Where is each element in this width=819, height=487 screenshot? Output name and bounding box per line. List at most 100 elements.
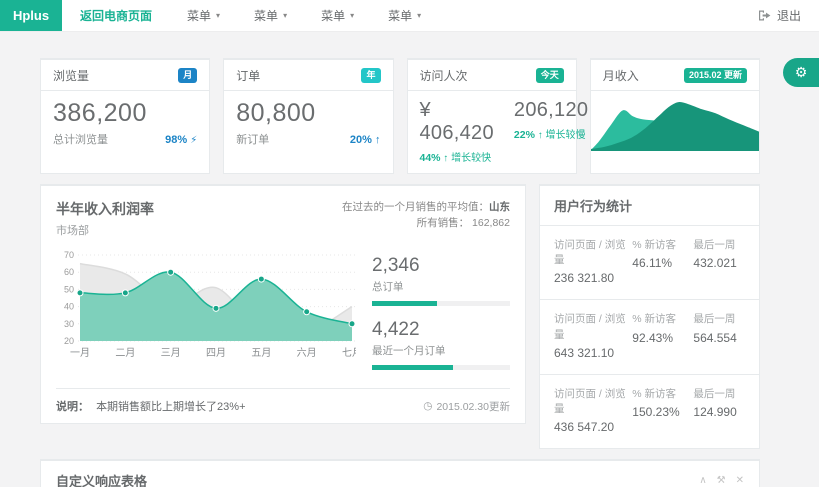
brand-logo[interactable]: Hplus	[0, 0, 62, 31]
svg-text:一月: 一月	[70, 347, 90, 359]
month-orders-label: 最近一个月订单	[372, 343, 510, 358]
half-year-revenue-card: 半年收入利润率 市场部 在过去的一个月销售的平均值：山东 所有销售： 162,8…	[40, 184, 526, 424]
revenue-card-subtitle: 市场部	[56, 222, 154, 238]
last-week-label: 最后一周	[693, 387, 745, 402]
back-to-shop-link[interactable]: 返回电商页面	[62, 0, 170, 31]
behavior-cell-new-visitors: % 新访客 150.23%	[632, 387, 693, 434]
visits-right-col: 206,120 22% ↑ 增长较慢	[514, 99, 588, 164]
svg-text:70: 70	[64, 250, 74, 260]
responsive-table-card: 自定义响应表格 ∧ ⚒ ✕ 天 周 月 搜索 项目 进度	[40, 459, 760, 487]
last-week-value: 124.990	[693, 405, 745, 419]
logout-button[interactable]: 退出	[740, 0, 819, 31]
orders-card-body: 80,800 新订单 20% ↑	[224, 91, 392, 156]
behavior-cell-last-week: 最后一周 124.990	[693, 387, 745, 434]
new-visitors-value: 46.11%	[632, 256, 693, 270]
visits-title: 访问人次	[420, 67, 468, 84]
pages-label: 访问页面 / 浏览量	[554, 238, 626, 268]
svg-text:50: 50	[64, 284, 74, 294]
visits-count: 206,120	[514, 99, 588, 122]
svg-text:60: 60	[64, 267, 74, 277]
last-week-label: 最后一周	[693, 238, 745, 253]
pages-value: 236 321.80	[554, 271, 626, 285]
top-navbar: Hplus 返回电商页面 菜单 ▾ 菜单 ▾ 菜单 ▾ 菜单 ▾ 退出	[0, 0, 819, 32]
visits-right-note: 22% ↑ 增长较慢	[514, 126, 588, 141]
visits-stat-card: 访问人次 今天 ¥ 406,420 44% ↑ 增长较快 206,120 22%	[407, 58, 577, 174]
nav-menu-3[interactable]: 菜单 ▾	[304, 0, 371, 31]
views-card-body: 386,200 总计浏览量 98% ⚡	[41, 91, 209, 156]
revenue-note-text: 本期销售额比上期增长了23%+	[96, 401, 245, 413]
level-up-icon: ↑	[443, 153, 448, 164]
orders-stat: 20% ↑	[350, 134, 381, 146]
month-orders-progress	[372, 365, 510, 370]
clock-icon: ◷	[423, 400, 432, 412]
pages-value: 643 321.10	[554, 346, 626, 360]
logout-label: 退出	[777, 7, 801, 24]
views-period-badge: 月	[178, 68, 197, 83]
behavior-cell-last-week: 最后一周 432.021	[693, 238, 745, 285]
total-orders-value: 2,346	[372, 255, 510, 277]
visits-amount: ¥ 406,420	[420, 99, 494, 145]
stats-row: 浏览量 月 386,200 总计浏览量 98% ⚡ 订单 年 80	[40, 58, 760, 174]
behavior-row: 访问页面 / 浏览量 643 321.10 % 新访客 92.43% 最后一周 …	[540, 300, 759, 374]
income-stat-card: 月收入 2015.02 更新	[590, 58, 760, 174]
visits-right-stat: 22%	[514, 129, 535, 141]
theme-settings-button[interactable]: ⚙	[783, 58, 819, 87]
new-visitors-label: % 新访客	[632, 387, 693, 402]
middle-row: 半年收入利润率 市场部 在过去的一个月销售的平均值：山东 所有销售： 162,8…	[40, 184, 760, 449]
nav-menu-1[interactable]: 菜单 ▾	[170, 0, 237, 31]
level-up-icon: ↑	[375, 134, 381, 146]
visits-left-note-text: 增长较快	[451, 153, 491, 164]
revenue-updated-text: 2015.02.30更新	[436, 399, 510, 414]
wrench-icon[interactable]: ⚒	[717, 475, 726, 486]
svg-text:三月: 三月	[161, 347, 181, 359]
views-stat: 98% ⚡	[165, 134, 197, 146]
orders-title: 订单	[236, 67, 260, 84]
user-behavior-title: 用户行为统计	[540, 186, 759, 226]
revenue-card-footer: 说明： 本期销售额比上期增长了23%+ ◷ 2015.02.30更新	[56, 388, 510, 414]
average-sales-label: 在过去的一个月销售的平均值：	[342, 201, 489, 213]
user-behavior-card: 用户行为统计 访问页面 / 浏览量 236 321.80 % 新访客 46.11…	[539, 184, 760, 449]
svg-text:40: 40	[64, 302, 74, 312]
visits-left-col: ¥ 406,420 44% ↑ 增长较快	[420, 99, 494, 164]
collapse-icon[interactable]: ∧	[699, 475, 706, 486]
visits-left-stat: 44%	[420, 152, 441, 164]
views-stat-value: 98%	[165, 134, 187, 146]
income-card-header: 月收入 2015.02 更新	[591, 60, 759, 91]
nav-menu-label: 菜单	[254, 7, 278, 24]
total-orders-label: 总订单	[372, 279, 510, 294]
new-visitors-label: % 新访客	[632, 312, 693, 327]
nav-menu-4[interactable]: 菜单 ▾	[371, 0, 438, 31]
revenue-side-stats: 2,346 总订单 4,422 最近一个月订单	[356, 247, 510, 383]
average-sales-line: 在过去的一个月销售的平均值：山东	[342, 199, 510, 215]
visits-card-body: ¥ 406,420 44% ↑ 增长较快 206,120 22% ↑ 增长较慢	[408, 91, 576, 173]
chevron-down-icon: ▾	[283, 11, 287, 20]
close-icon[interactable]: ✕	[736, 475, 744, 486]
gear-icon: ⚙	[795, 64, 808, 81]
chevron-down-icon: ▾	[417, 11, 421, 20]
revenue-card-body: 203040506070一月二月三月四月五月六月七月 2,346 总订单 4,4…	[56, 247, 510, 383]
table-card-title: 自定义响应表格	[56, 471, 147, 487]
level-up-icon: ↑	[538, 130, 543, 141]
nav-menu-label: 菜单	[388, 7, 412, 24]
svg-text:二月: 二月	[115, 347, 135, 359]
revenue-card-header: 半年收入利润率 市场部 在过去的一个月销售的平均值：山东 所有销售： 162,8…	[56, 199, 510, 238]
revenue-card-title: 半年收入利润率	[56, 199, 154, 219]
views-stat-card: 浏览量 月 386,200 总计浏览量 98% ⚡	[40, 58, 210, 174]
visits-left-note: 44% ↑ 增长较快	[420, 149, 494, 164]
nav-menu-2[interactable]: 菜单 ▾	[237, 0, 304, 31]
svg-text:四月: 四月	[206, 347, 226, 359]
visits-card-header: 访问人次 今天	[408, 60, 576, 91]
half-year-revenue-area-chart[interactable]: 203040506070一月二月三月四月五月六月七月	[56, 247, 356, 359]
all-sales-value: 162,862	[472, 217, 510, 229]
behavior-row: 访问页面 / 浏览量 436 547.20 % 新访客 150.23% 最后一周…	[540, 375, 759, 448]
orders-stat-value: 20%	[350, 134, 372, 146]
views-sub-label: 总计浏览量	[53, 131, 108, 147]
behavior-cell-last-week: 最后一周 564.554	[693, 312, 745, 359]
behavior-cell-pages: 访问页面 / 浏览量 436 547.20	[554, 387, 632, 434]
pages-label: 访问页面 / 浏览量	[554, 387, 626, 417]
last-week-value: 564.554	[693, 331, 745, 345]
svg-text:30: 30	[64, 319, 74, 329]
views-card-header: 浏览量 月	[41, 60, 209, 91]
revenue-note: 说明： 本期销售额比上期增长了23%+	[56, 398, 246, 414]
behavior-cell-pages: 访问页面 / 浏览量 236 321.80	[554, 238, 632, 285]
